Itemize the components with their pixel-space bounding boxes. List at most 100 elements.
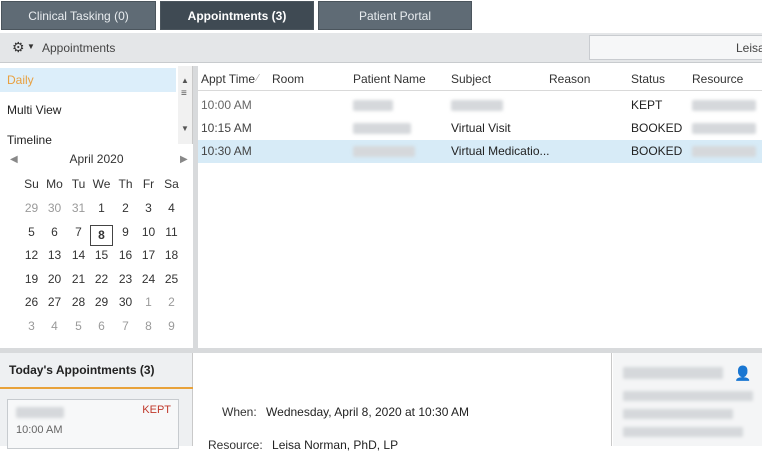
calendar-day[interactable]: 30 xyxy=(43,201,66,215)
calendar-day[interactable]: 14 xyxy=(67,248,90,262)
col-resource[interactable]: Resource xyxy=(692,72,743,86)
cell-subject: Virtual Visit xyxy=(451,121,511,135)
calendar-day[interactable]: 6 xyxy=(90,319,113,333)
calendar-day[interactable]: 1 xyxy=(90,201,113,215)
calendar-day[interactable]: 11 xyxy=(160,225,183,239)
calendar-month: April 2020 xyxy=(69,152,124,166)
scroll-grip-icon[interactable]: ≡ xyxy=(181,88,187,99)
user-box[interactable]: Leisa xyxy=(589,35,762,60)
calendar-day[interactable]: 18 xyxy=(160,248,183,262)
weekday-header: We xyxy=(92,177,111,191)
calendar-day[interactable]: 29 xyxy=(20,201,43,215)
calendar-day[interactable]: 5 xyxy=(67,319,90,333)
calendar-day[interactable]: 8 xyxy=(137,319,160,333)
toolbar: ⚙ ▼ Appointments Leisa xyxy=(0,33,762,63)
calendar-day[interactable]: 25 xyxy=(160,272,183,286)
todays-appointments-panel: Today's Appointments (3) KEPT 10:00 AM xyxy=(0,353,193,449)
scroll-up-icon[interactable]: ▲ xyxy=(181,76,189,85)
col-reason[interactable]: Reason xyxy=(549,72,590,86)
tab-label: Appointments (3) xyxy=(187,9,287,23)
calendar-day[interactable]: 10 xyxy=(137,225,160,239)
calendar-day[interactable]: 28 xyxy=(67,295,90,309)
redacted-subject xyxy=(451,100,503,111)
col-subject[interactable]: Subject xyxy=(451,72,491,86)
toolbar-title: Appointments xyxy=(42,41,116,55)
calendar-day[interactable]: 3 xyxy=(20,319,43,333)
calendar-day[interactable]: 27 xyxy=(43,295,66,309)
calendar-day[interactable]: 24 xyxy=(137,272,160,286)
grid-header: Appt Time ⁄ Room Patient Name Subject Re… xyxy=(198,66,762,91)
calendar-day[interactable]: 8 xyxy=(90,224,113,246)
calendar-day[interactable]: 30 xyxy=(114,295,137,309)
tab-appointments[interactable]: Appointments (3) xyxy=(160,1,314,30)
weekday-header: Sa xyxy=(164,177,179,191)
resource-value: Leisa Norman, PhD, LP xyxy=(272,438,399,452)
calendar-day[interactable]: 9 xyxy=(160,319,183,333)
person-icon[interactable]: 👤 xyxy=(734,365,751,382)
calendar-day[interactable]: 6 xyxy=(43,225,66,239)
calendar-day[interactable]: 15 xyxy=(90,248,113,262)
calendar-day[interactable]: 22 xyxy=(90,272,113,286)
col-patient-name[interactable]: Patient Name xyxy=(353,72,426,86)
col-appt-time[interactable]: Appt Time xyxy=(201,72,255,86)
calendar-day[interactable]: 4 xyxy=(43,319,66,333)
calendar-day[interactable]: 13 xyxy=(43,248,66,262)
redacted-patient xyxy=(353,146,415,157)
calendar-day[interactable]: 31 xyxy=(67,201,90,215)
chevron-right-icon[interactable]: ▶ xyxy=(180,154,188,165)
calendar-day[interactable]: 23 xyxy=(114,272,137,286)
calendar-day[interactable]: 17 xyxy=(137,248,160,262)
cell-time: 10:15 AM xyxy=(201,121,252,135)
accent-divider xyxy=(0,387,193,389)
redacted-patient-name xyxy=(623,367,723,379)
calendar-day[interactable]: 2 xyxy=(160,295,183,309)
table-row[interactable]: 10:00 AM KEPT xyxy=(198,94,762,117)
tab-clinical-tasking[interactable]: Clinical Tasking (0) xyxy=(1,1,156,30)
view-timeline[interactable]: Timeline xyxy=(0,128,176,144)
calendar-day[interactable]: 7 xyxy=(67,225,90,239)
view-multi-view[interactable]: Multi View xyxy=(0,98,176,122)
redacted-resource xyxy=(692,100,756,111)
calendar-day[interactable]: 12 xyxy=(20,248,43,262)
todays-appointments-title: Today's Appointments (3) xyxy=(9,363,155,377)
redacted-patient xyxy=(16,407,64,418)
calendar-day[interactable]: 4 xyxy=(160,201,183,215)
cell-status: BOOKED xyxy=(631,144,683,158)
table-row[interactable]: 10:15 AM Virtual Visit BOOKED xyxy=(198,117,762,140)
calendar-day[interactable]: 20 xyxy=(43,272,66,286)
col-status[interactable]: Status xyxy=(631,72,665,86)
weekday-header: Su xyxy=(24,177,39,191)
cell-time: 10:00 AM xyxy=(201,98,252,112)
view-daily[interactable]: Daily xyxy=(0,68,176,92)
when-value: Wednesday, April 8, 2020 at 10:30 AM xyxy=(266,405,470,419)
calendar-day[interactable]: 21 xyxy=(67,272,90,286)
calendar-day[interactable]: 1 xyxy=(137,295,160,309)
patient-side-panel: 👤 xyxy=(613,353,762,446)
redacted-resource xyxy=(692,146,756,157)
calendar-day[interactable]: 26 xyxy=(20,295,43,309)
table-row[interactable]: 10:30 AM Virtual Medicatio... BOOKED xyxy=(198,140,762,163)
appointment-card[interactable]: KEPT 10:00 AM xyxy=(7,399,179,449)
redacted-detail xyxy=(623,427,743,437)
col-room[interactable]: Room xyxy=(272,72,304,86)
calendar-day[interactable]: 2 xyxy=(114,201,137,215)
calendar-day[interactable]: 3 xyxy=(137,201,160,215)
calendar-day[interactable]: 7 xyxy=(114,319,137,333)
user-name: Leisa xyxy=(736,41,762,55)
redacted-patient xyxy=(353,100,393,111)
tab-patient-portal[interactable]: Patient Portal xyxy=(318,1,472,30)
view-list-scrollbar[interactable]: ▲ ≡ ▼ xyxy=(178,66,192,144)
scroll-down-icon[interactable]: ▼ xyxy=(181,124,189,133)
calendar-day[interactable]: 16 xyxy=(114,248,137,262)
calendar-day[interactable]: 29 xyxy=(90,295,113,309)
resource-label: Resource: xyxy=(208,438,263,452)
card-time: 10:00 AM xyxy=(16,424,63,436)
chevron-down-icon[interactable]: ▼ xyxy=(27,42,35,51)
calendar-day[interactable]: 9 xyxy=(114,225,137,239)
redacted-resource xyxy=(692,123,756,134)
gear-icon[interactable]: ⚙ xyxy=(12,39,25,56)
tab-label: Clinical Tasking (0) xyxy=(28,9,129,23)
calendar-day[interactable]: 5 xyxy=(20,225,43,239)
calendar-day[interactable]: 19 xyxy=(20,272,43,286)
detail-resource-row: Resource: Leisa Norman, PhD, LP xyxy=(208,438,398,452)
